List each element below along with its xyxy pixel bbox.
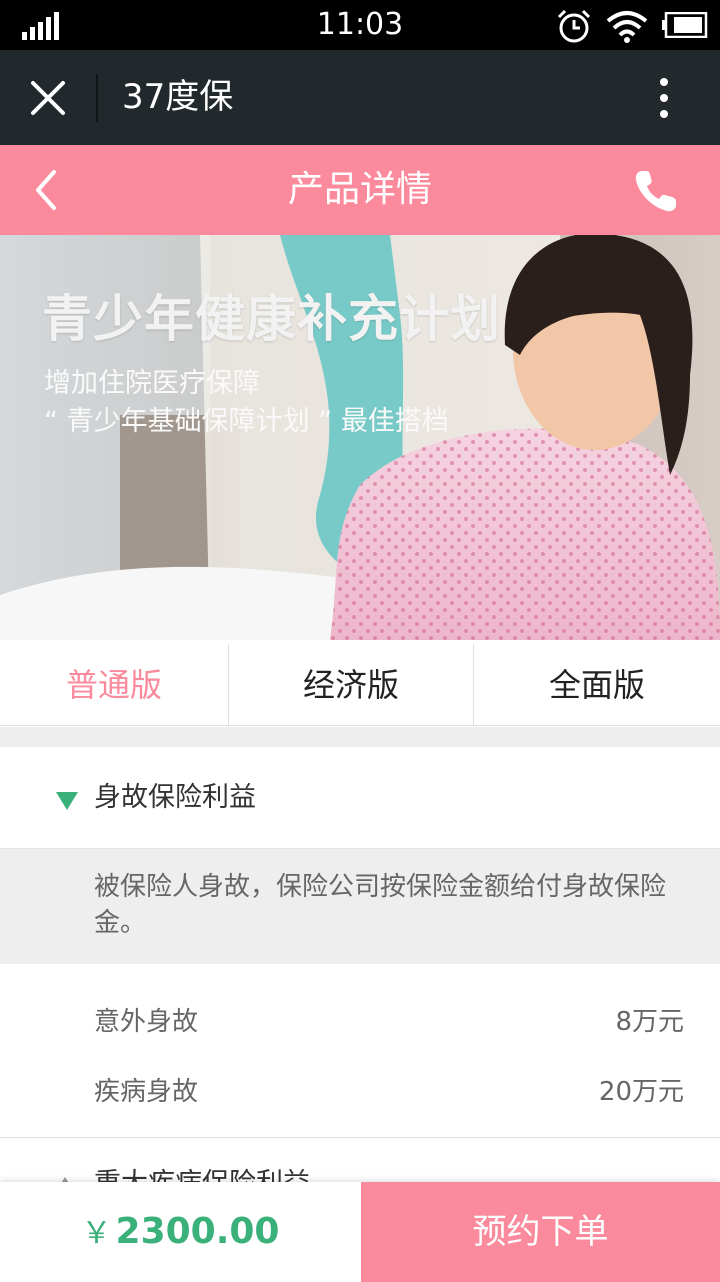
- tab-comprehensive[interactable]: 全面版: [474, 644, 720, 726]
- currency-symbol: ￥: [81, 1216, 112, 1251]
- benefit-label: 意外身故: [94, 1007, 199, 1037]
- battery-icon: [662, 12, 708, 38]
- banner-headline: 青少年健康补充计划: [42, 290, 501, 348]
- bottom-action-bar: ￥ 2300.00 预约下单: [0, 1182, 720, 1282]
- alarm-icon: [557, 9, 591, 43]
- plan-tabs: 普通版 经济版 全面版: [0, 644, 720, 726]
- section-header-death-benefit[interactable]: 身故保险利益: [0, 747, 720, 849]
- expanded-triangle-icon: [56, 792, 78, 810]
- browser-title-bar: 37度保: [0, 50, 720, 145]
- more-options-icon[interactable]: [650, 76, 678, 120]
- benefit-row: 疾病身故 20万元: [0, 1067, 720, 1117]
- benefit-label: 疾病身故: [94, 1077, 199, 1107]
- banner-subline-2: “ 青少年基础保障计划 ” 最佳搭档: [44, 406, 449, 437]
- page-title: 产品详情: [287, 169, 432, 210]
- price-display: ￥ 2300.00: [0, 1182, 361, 1282]
- order-button[interactable]: 预约下单: [361, 1182, 720, 1282]
- section-title: 身故保险利益: [94, 782, 256, 813]
- tab-economy[interactable]: 经济版: [229, 644, 474, 726]
- title-divider: [96, 74, 98, 122]
- tab-basic[interactable]: 普通版: [0, 644, 229, 726]
- page-header: 产品详情: [0, 145, 720, 235]
- close-icon[interactable]: [28, 78, 68, 118]
- section-gap: [0, 727, 720, 747]
- benefit-row: 意外身故 8万元: [0, 997, 720, 1047]
- phone-icon[interactable]: [632, 167, 680, 215]
- status-bar: 11:03: [0, 0, 720, 50]
- banner-subline-1: 增加住院医疗保障: [44, 368, 260, 399]
- benefit-list: 意外身故 8万元 疾病身故 20万元: [0, 964, 720, 1138]
- browser-title: 37度保: [122, 77, 234, 117]
- product-banner: 青少年健康补充计划 增加住院医疗保障 “ 青少年基础保障计划 ” 最佳搭档: [0, 235, 720, 640]
- wifi-icon: [606, 11, 648, 43]
- description-text: 被保险人身故，保险公司按保险金额给付身故保险金。: [94, 872, 667, 938]
- benefit-value: 8万元: [615, 1007, 684, 1037]
- section-description: 被保险人身故，保险公司按保险金额给付身故保险金。: [0, 849, 720, 964]
- price-amount: 2300.00: [115, 1211, 280, 1252]
- benefit-value: 20万元: [598, 1077, 684, 1107]
